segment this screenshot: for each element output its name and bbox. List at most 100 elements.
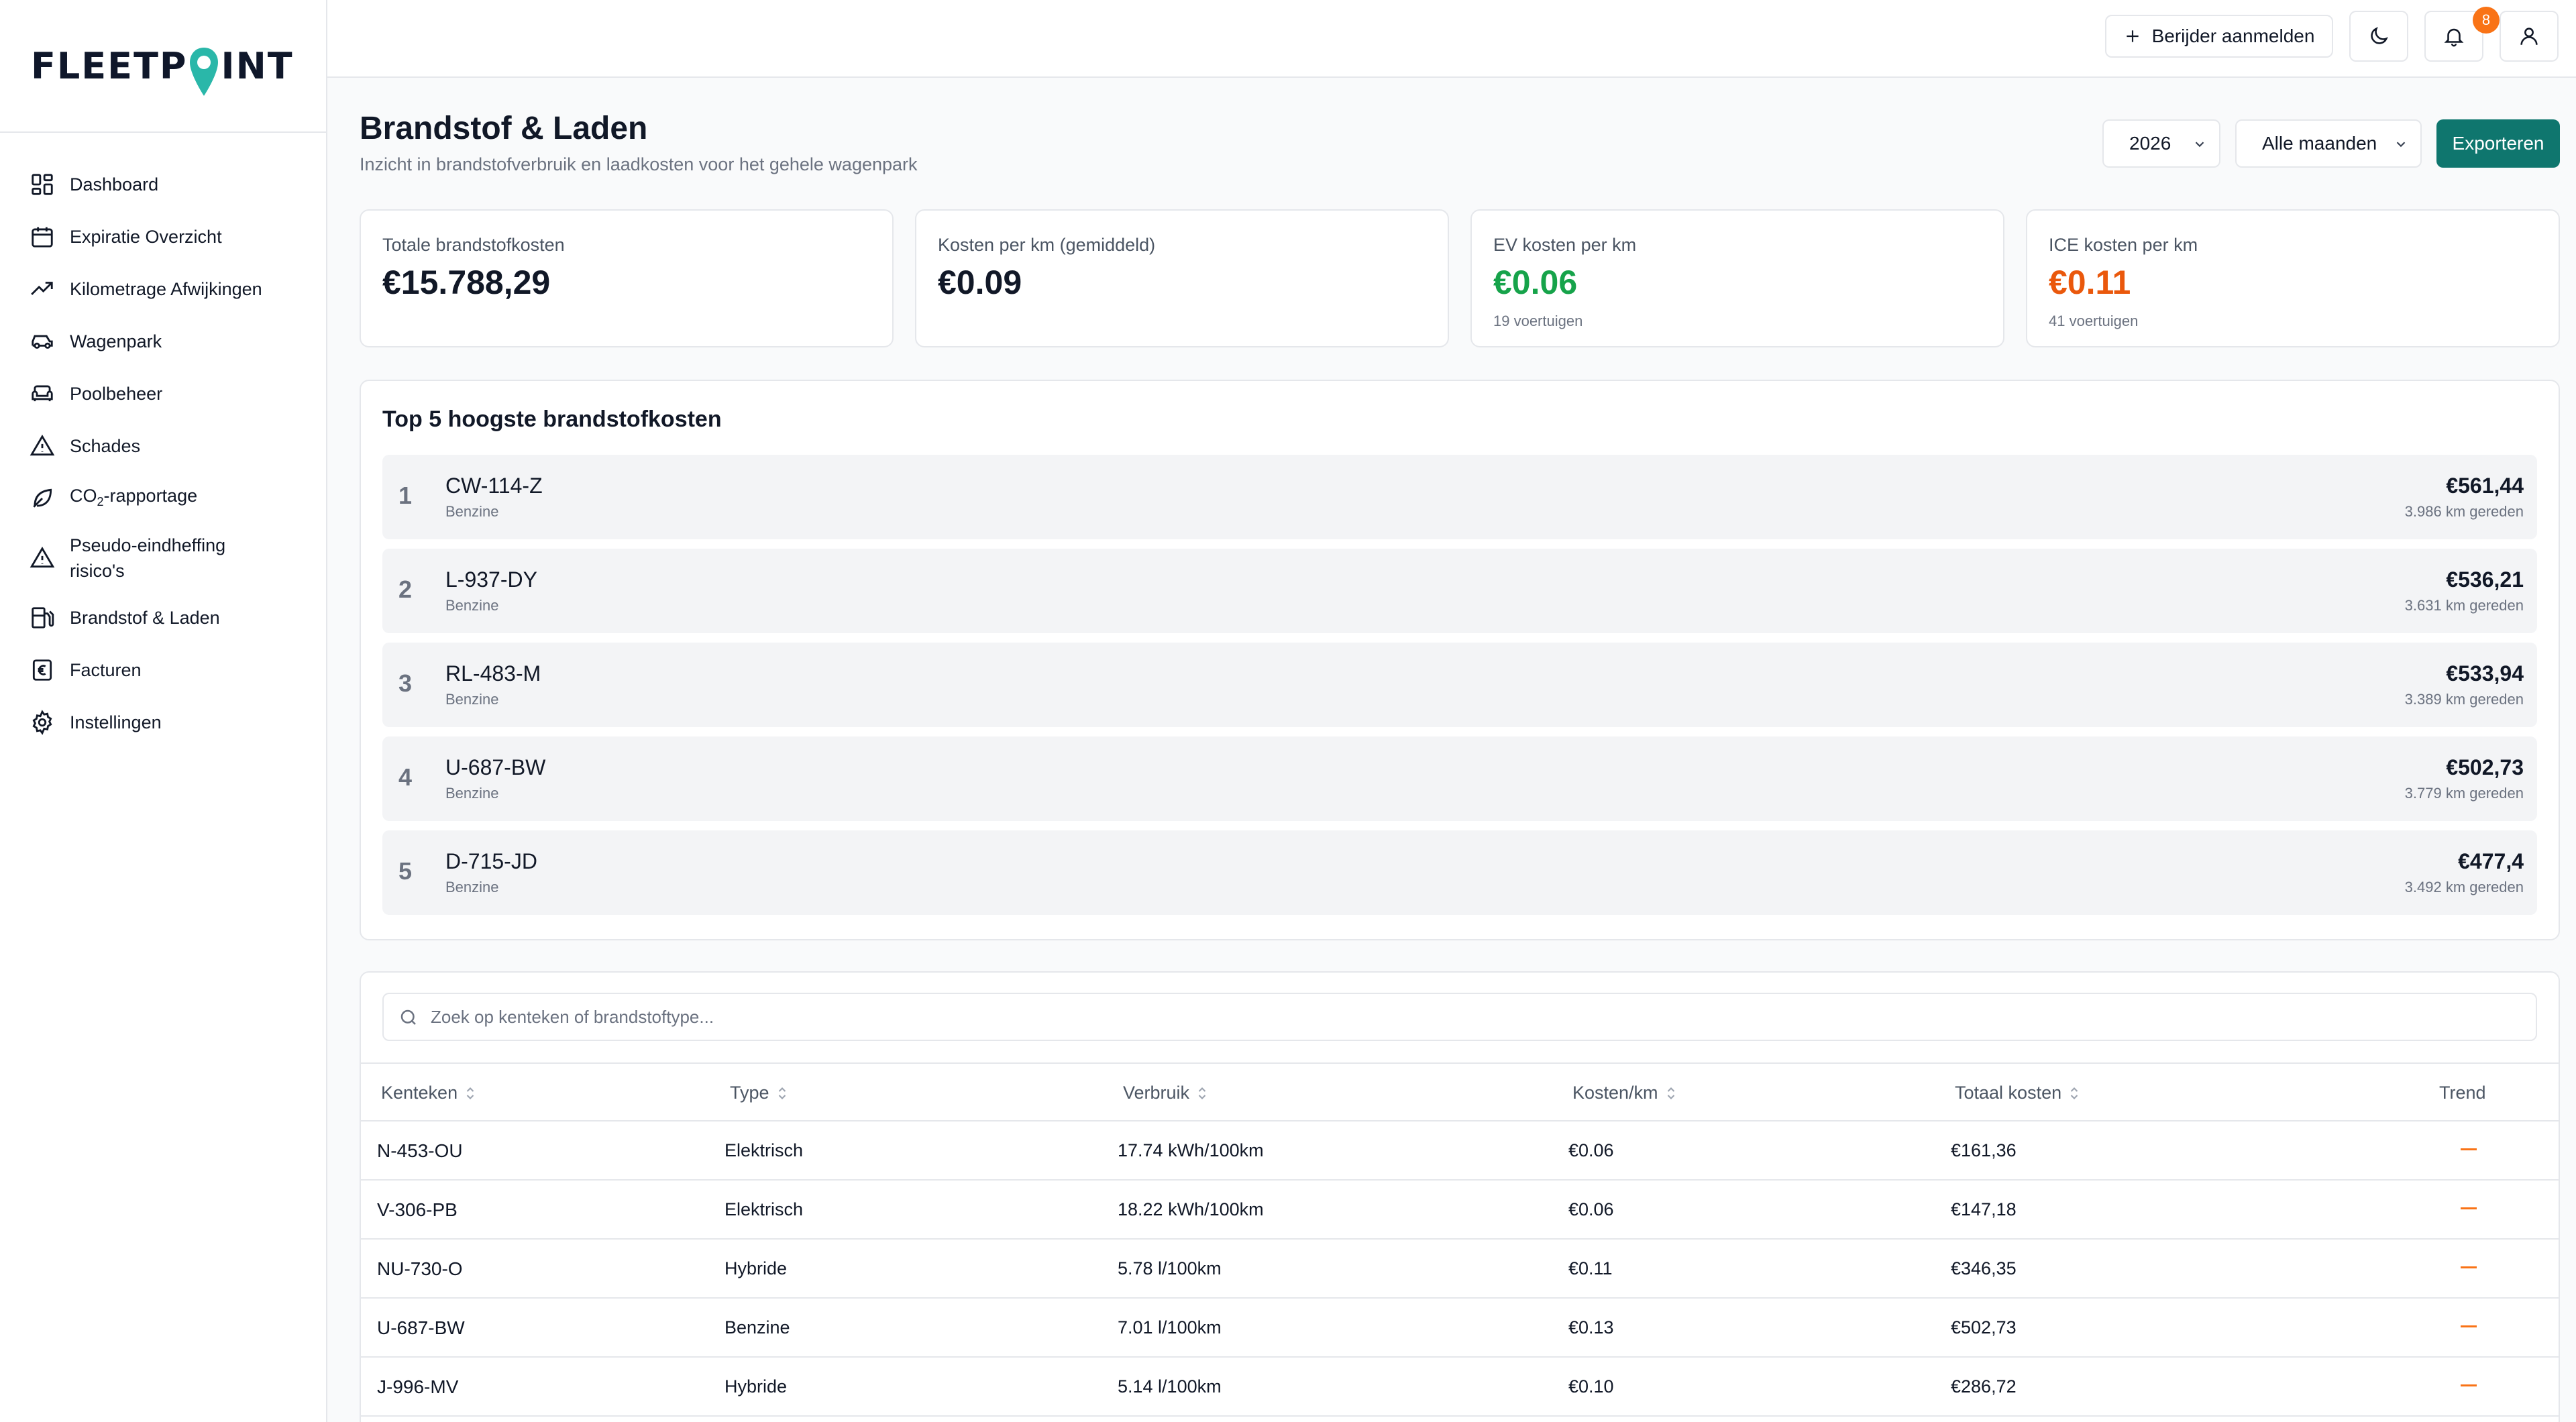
trend-neutral-icon xyxy=(2461,1325,2477,1327)
stat-card-cost-per-km: Kosten per km (gemiddeld) €0.09 xyxy=(915,209,1449,347)
section-title: Top 5 hoogste brandstofkosten xyxy=(382,406,722,432)
column-header-type[interactable]: Type xyxy=(730,1083,788,1103)
license-plate: D-715-JD xyxy=(445,849,537,873)
sidebar-item-co2-rapportage[interactable]: CO2-rapportage xyxy=(0,472,326,525)
top-bar: Berijder aanmelden 8 xyxy=(327,0,2576,78)
top5-row[interactable]: 5 D-715-JD Benzine €477,4 3.492 km gered… xyxy=(382,830,2537,915)
top5-row[interactable]: 3 RL-483-M Benzine €533,94 3.389 km gere… xyxy=(382,643,2537,727)
sidebar-item-label: Expiratie Overzicht xyxy=(70,227,222,247)
theme-toggle-button[interactable] xyxy=(2349,11,2408,62)
sidebar-item-facturen[interactable]: Facturen xyxy=(0,644,326,696)
sidebar-item-dashboard[interactable]: Dashboard xyxy=(0,158,326,211)
rank-number: 3 xyxy=(398,669,413,697)
column-header-label: Verbruik xyxy=(1123,1083,1190,1103)
sidebar-nav: Dashboard Expiratie Overzicht Kilometrag… xyxy=(0,133,326,749)
chevron-down-icon xyxy=(2396,142,2406,148)
fuel-cost-amount: €502,73 xyxy=(2446,755,2524,779)
fuel-pump-icon xyxy=(32,607,54,628)
sidebar-item-instellingen[interactable]: Instellingen xyxy=(0,696,326,749)
fuel-type: Benzine xyxy=(445,879,499,895)
rank-number: 5 xyxy=(398,857,413,885)
rank-number: 4 xyxy=(398,763,413,791)
sidebar-item-label: Wagenpark xyxy=(70,331,162,351)
table-row[interactable]: NU-730-O Hybride 5.78 l/100km €0.11 €346… xyxy=(361,1240,2559,1299)
sort-icon xyxy=(2070,1087,2078,1099)
sort-icon xyxy=(778,1087,786,1099)
column-header-verbruik[interactable]: Verbruik xyxy=(1123,1083,1208,1103)
year-select[interactable]: 2026 xyxy=(2102,119,2220,168)
table-row[interactable]: J-996-MV Hybride 5.14 l/100km €0.10 €286… xyxy=(361,1358,2559,1417)
page-subtitle: Inzicht in brandstofverbruik en laadkost… xyxy=(360,154,918,174)
cell-totaal-kosten: €286,72 xyxy=(1951,1376,2017,1397)
search-input[interactable] xyxy=(431,1003,2522,1030)
sidebar-item-pseudo-eindheffing[interactable]: Pseudo-eindheffing risico's xyxy=(0,525,326,592)
trending-up-icon xyxy=(31,282,53,295)
sidebar-item-wagenpark[interactable]: Wagenpark xyxy=(0,315,326,368)
stat-label: EV kosten per km xyxy=(1493,235,1637,255)
column-header-label: Trend xyxy=(2439,1083,2486,1103)
month-select-value: Alle maanden xyxy=(2262,133,2377,154)
fuel-type: Benzine xyxy=(445,597,499,614)
co2-subscript: 2 xyxy=(97,494,104,508)
car-icon xyxy=(32,335,53,349)
km-driven: 3.986 km gereden xyxy=(2404,503,2524,520)
table-row[interactable]: V-306-PB Elektrisch 18.22 kWh/100km €0.0… xyxy=(361,1181,2559,1240)
fuel-type: Benzine xyxy=(445,691,499,708)
trend-neutral-icon xyxy=(2461,1384,2477,1386)
gear-icon xyxy=(32,710,52,735)
top5-row[interactable]: 2 L-937-DY Benzine €536,21 3.631 km gere… xyxy=(382,549,2537,633)
search-box[interactable] xyxy=(382,993,2537,1041)
column-header-kosten-per-km[interactable]: Kosten/km xyxy=(1572,1083,1677,1103)
column-header-kenteken[interactable]: Kenteken xyxy=(381,1083,476,1103)
stat-card-ice-cost-per-km: ICE kosten per km €0.11 41 voertuigen xyxy=(2026,209,2560,347)
license-plate: L-937-DY xyxy=(445,567,537,592)
location-pin-icon xyxy=(190,48,219,96)
export-button[interactable]: Exporteren xyxy=(2436,119,2560,168)
stat-value: €15.788,29 xyxy=(382,264,551,301)
plus-icon xyxy=(2126,30,2139,42)
cell-kenteken: V-306-PB xyxy=(377,1199,458,1220)
brand-name-right: INT xyxy=(221,44,294,87)
top5-row[interactable]: 1 CW-114-Z Benzine €561,44 3.986 km gere… xyxy=(382,455,2537,539)
user-icon xyxy=(2520,28,2538,45)
cell-kosten-per-km: €0.06 xyxy=(1568,1140,1614,1160)
sidebar-item-label: CO2-rapportage xyxy=(70,483,197,514)
sidebar-item-kilometrage[interactable]: Kilometrage Afwijkingen xyxy=(0,263,326,315)
cell-verbruik: 18.22 kWh/100km xyxy=(1118,1199,1264,1219)
sidebar-item-expiratie[interactable]: Expiratie Overzicht xyxy=(0,211,326,263)
top5-row[interactable]: 4 U-687-BW Benzine €502,73 3.779 km gere… xyxy=(382,736,2537,821)
sidebar-item-label: Schades xyxy=(70,436,141,456)
logo[interactable]: FLEETP INT xyxy=(0,0,326,133)
sort-icon xyxy=(1667,1087,1674,1099)
month-select[interactable]: Alle maanden xyxy=(2235,119,2422,168)
column-header-totaal-kosten[interactable]: Totaal kosten xyxy=(1955,1083,2080,1103)
cell-totaal-kosten: €346,35 xyxy=(1951,1258,2017,1278)
sidebar-item-brandstof[interactable]: Brandstof & Laden xyxy=(0,592,326,644)
euro-receipt-icon xyxy=(32,659,52,681)
search-icon xyxy=(400,1009,416,1025)
sidebar-item-label: Instellingen xyxy=(70,712,162,732)
sidebar-item-schades[interactable]: Schades xyxy=(0,420,326,472)
cell-type: Hybride xyxy=(724,1258,788,1278)
cell-kenteken: N-453-OU xyxy=(377,1140,463,1161)
km-driven: 3.779 km gereden xyxy=(2404,785,2524,802)
cell-kosten-per-km: €0.10 xyxy=(1568,1376,1614,1397)
user-menu-button[interactable] xyxy=(2500,11,2559,62)
table-row[interactable]: U-687-BW Benzine 7.01 l/100km €0.13 €502… xyxy=(361,1299,2559,1358)
cell-kosten-per-km: €0.13 xyxy=(1568,1317,1614,1337)
table-row[interactable]: N-453-OU Elektrisch 17.74 kWh/100km €0.0… xyxy=(361,1122,2559,1181)
cell-kosten-per-km: €0.11 xyxy=(1568,1258,1613,1278)
table-header: Kenteken Type Verbruik Kosten/km Totaal … xyxy=(361,1062,2559,1122)
cell-type: Hybride xyxy=(724,1376,788,1397)
cell-type: Elektrisch xyxy=(724,1199,804,1219)
co2-main-text: CO xyxy=(70,485,97,506)
rank-number: 2 xyxy=(398,576,413,603)
trend-neutral-icon xyxy=(2461,1148,2477,1150)
brand-wordmark: FLEETP INT xyxy=(31,40,294,96)
register-driver-label: Berijder aanmelden xyxy=(2151,25,2315,46)
sidebar-item-poolbeheer[interactable]: Poolbeheer xyxy=(0,368,326,420)
register-driver-button[interactable]: Berijder aanmelden xyxy=(2105,15,2333,58)
km-driven: 3.492 km gereden xyxy=(2404,879,2524,895)
sidebar-item-label: Brandstof & Laden xyxy=(70,608,220,628)
cell-totaal-kosten: €147,18 xyxy=(1951,1199,2017,1219)
